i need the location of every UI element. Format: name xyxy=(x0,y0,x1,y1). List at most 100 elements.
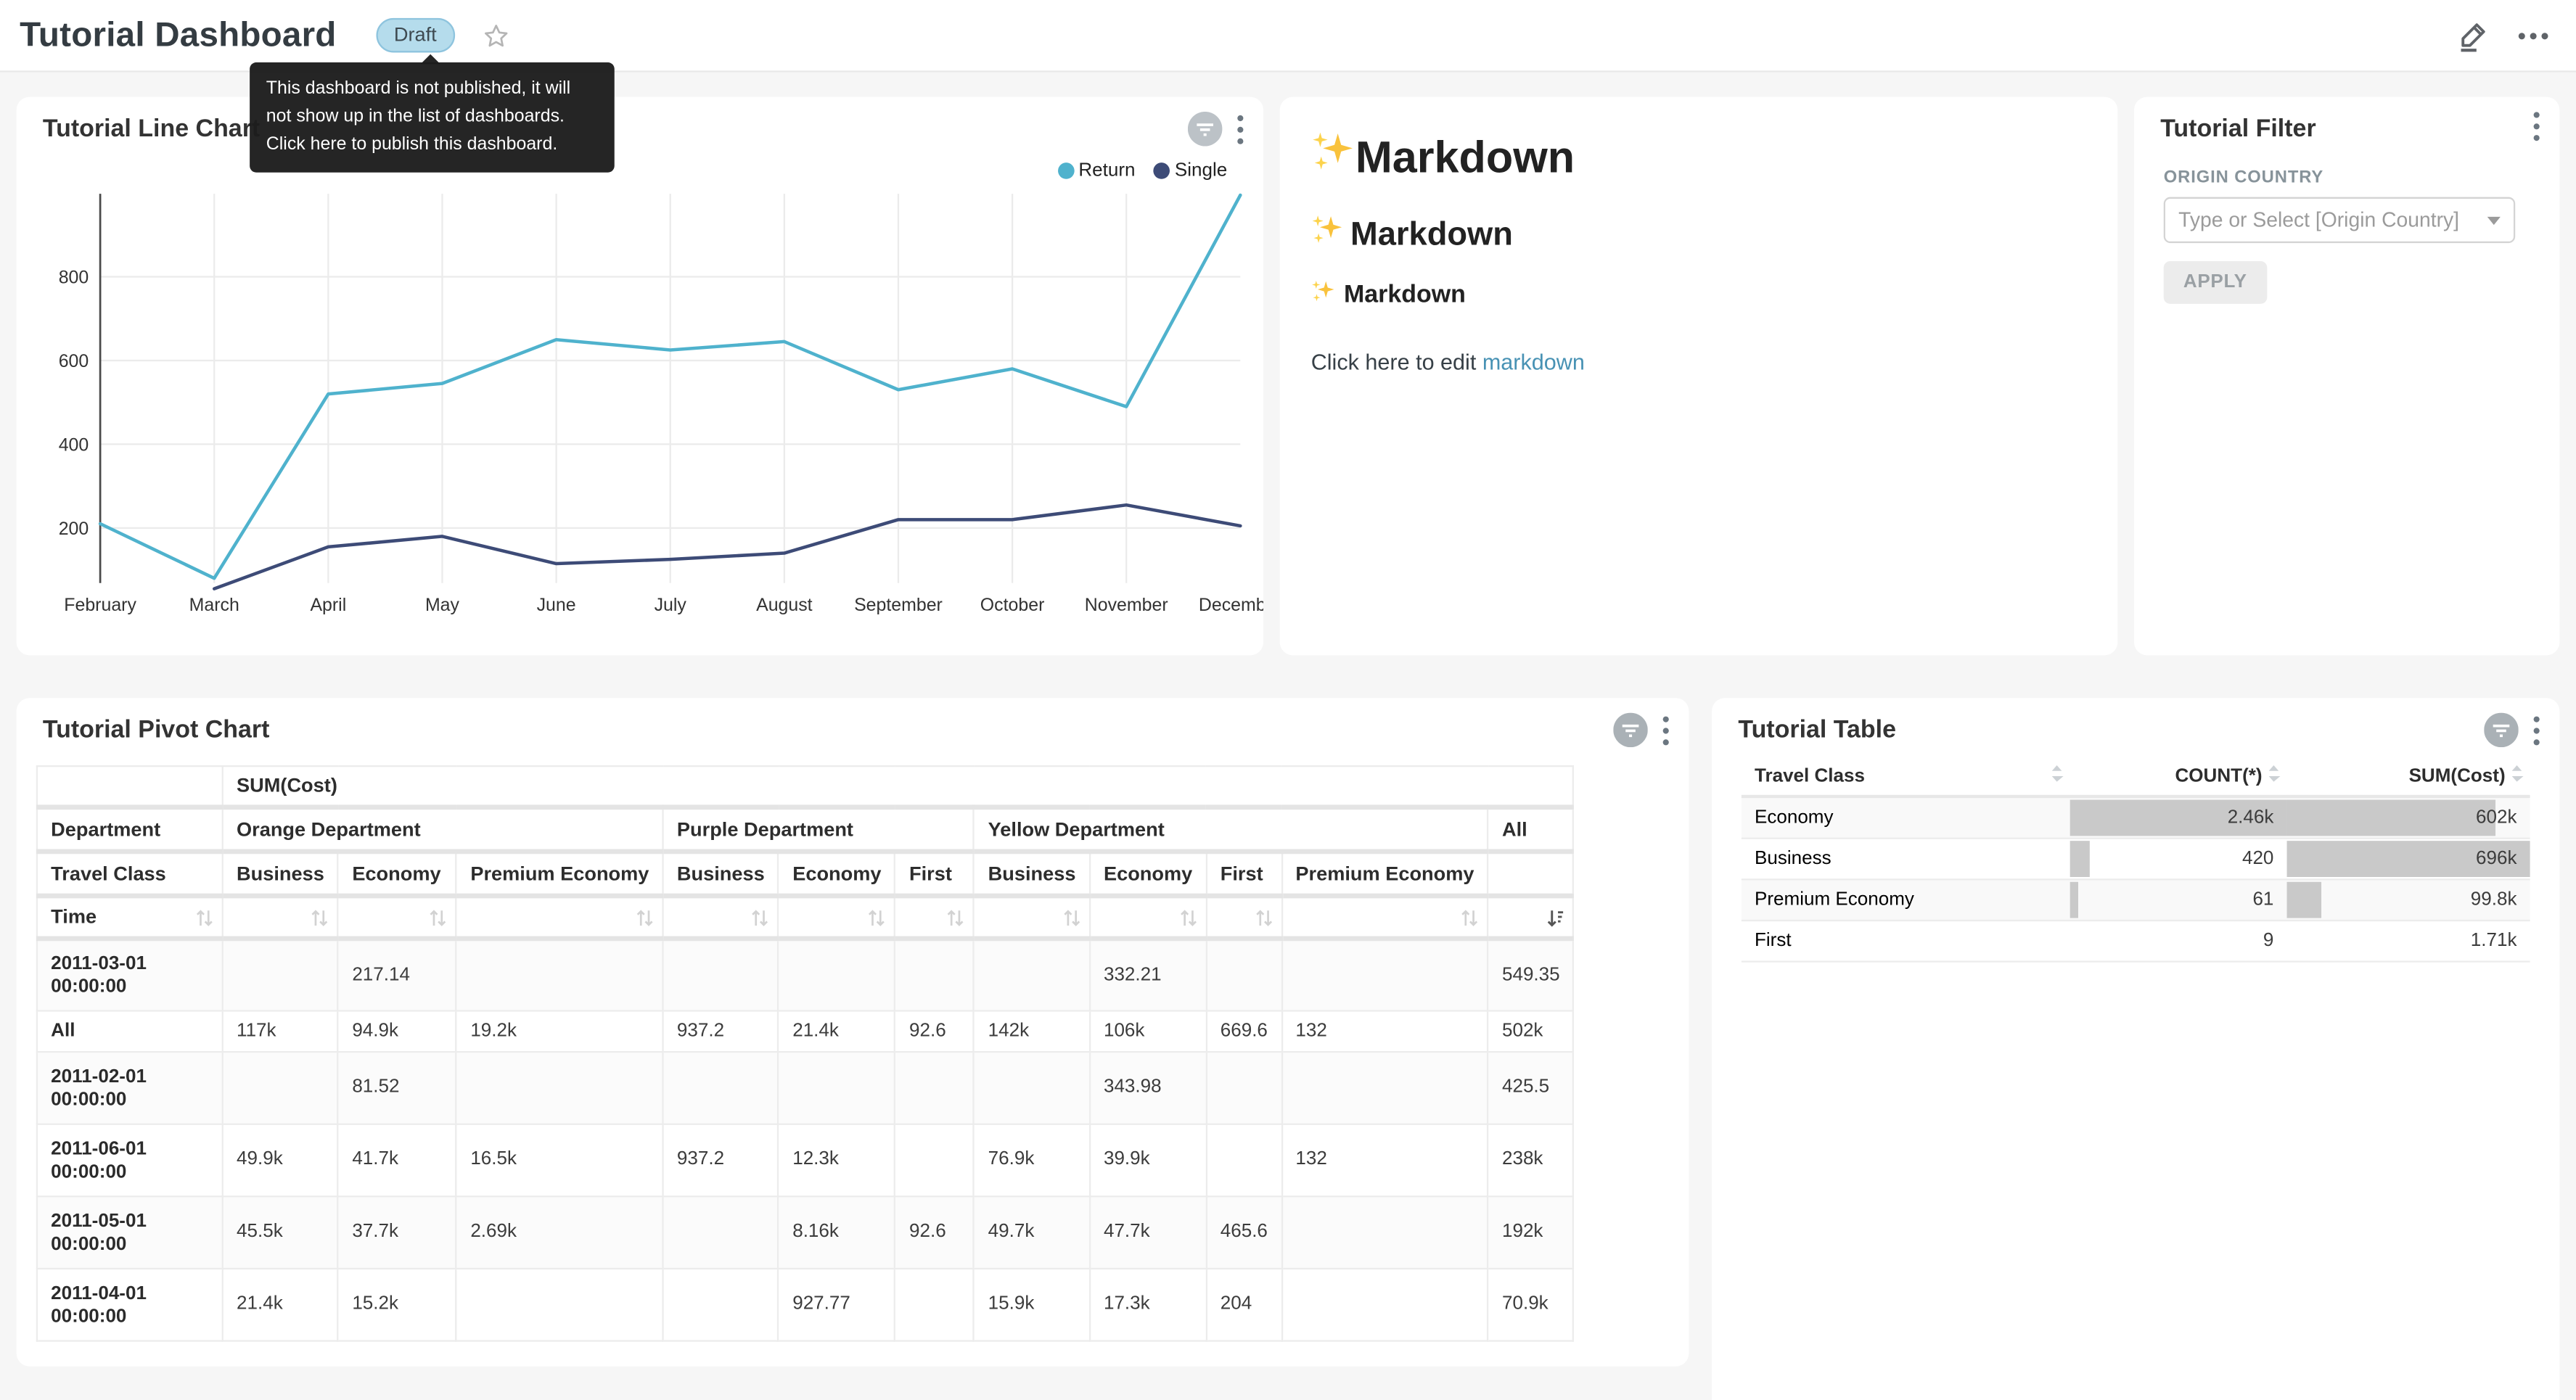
svg-text:June: June xyxy=(537,595,576,615)
table-row: Business420696k xyxy=(1742,839,2530,881)
pivot-value-cell xyxy=(1281,1052,1488,1124)
favorite-star-icon[interactable] xyxy=(483,22,509,49)
svg-text:March: March xyxy=(189,595,239,615)
sort-icon[interactable] xyxy=(868,907,886,927)
pivot-value-cell: 16.5k xyxy=(456,1124,663,1197)
filter-card-title: Tutorial Filter xyxy=(2160,115,2315,142)
kebab-menu-icon[interactable] xyxy=(1662,715,1669,745)
origin-country-select[interactable]: Type or Select [Origin Country] xyxy=(2164,197,2516,243)
pivot-value-cell: 37.7k xyxy=(338,1196,456,1269)
edit-markdown-link[interactable]: markdown xyxy=(1482,350,1585,374)
pivot-value-cell xyxy=(1281,1196,1488,1269)
sparkles-icon xyxy=(1311,213,1344,256)
pivot-class-header: Premium Economy xyxy=(456,852,663,896)
header-actions xyxy=(2456,19,2556,52)
pivot-table: SUM(Cost)DepartmentOrange DepartmentPurp… xyxy=(36,765,1575,1342)
more-options-icon[interactable] xyxy=(2516,29,2549,42)
pivot-time-value: 2011-04-01 00:00:00 xyxy=(37,1269,223,1341)
pivot-value-cell xyxy=(974,1052,1089,1124)
sort-icon[interactable] xyxy=(311,907,329,927)
pivot-sort-cell xyxy=(779,896,895,939)
sparkles-icon xyxy=(1311,130,1355,186)
pivot-value-cell xyxy=(895,1269,975,1341)
cross-filter-scope-icon[interactable] xyxy=(1613,713,1648,748)
data-table: Travel ClassCOUNT(*)SUM(Cost)Economy2.46… xyxy=(1742,757,2530,963)
edit-dashboard-icon[interactable] xyxy=(2456,19,2489,52)
status-badge[interactable]: Draft xyxy=(376,18,455,53)
sparkles-icon xyxy=(1311,279,1336,310)
pivot-value-cell xyxy=(663,939,779,1011)
sort-icon[interactable] xyxy=(752,907,770,927)
dashboard-page: Tutorial Dashboard Draft This dashboard … xyxy=(0,0,2576,1400)
pivot-row: 2011-06-01 00:00:0049.9k41.7k16.5k937.21… xyxy=(37,1124,1574,1197)
apply-button[interactable]: APPLY xyxy=(2164,261,2267,304)
pivot-class-header: Premium Economy xyxy=(1281,852,1488,896)
chevron-down-icon xyxy=(2487,216,2501,224)
line-chart-plot[interactable]: 200400600800FebruaryMarchAprilMayJuneJul… xyxy=(17,97,1263,656)
sort-icon[interactable] xyxy=(636,907,654,927)
pivot-class-header xyxy=(1488,852,1574,896)
pivot-row: 2011-04-01 00:00:0021.4k15.2k927.7715.9k… xyxy=(37,1269,1574,1341)
column-header-count[interactable]: COUNT(*) xyxy=(2070,757,2287,795)
pivot-value-cell: 238k xyxy=(1488,1124,1574,1197)
cell-travel-class: First xyxy=(1742,921,2070,960)
pivot-value-cell: 94.9k xyxy=(338,1011,456,1053)
pivot-group-header: Orange Department xyxy=(223,807,663,852)
markdown-h2: Markdown xyxy=(1311,213,2085,256)
pivot-value-cell: 217.14 xyxy=(338,939,456,1011)
pivot-value-cell xyxy=(779,939,895,1011)
sort-icon[interactable] xyxy=(195,907,213,927)
pivot-row: All117k94.9k19.2k937.221.4k92.6142k106k6… xyxy=(37,1011,1574,1053)
pivot-value-cell: 142k xyxy=(974,1011,1089,1053)
sort-caret-icon[interactable] xyxy=(2267,764,2280,788)
pivot-value-cell: 45.5k xyxy=(223,1196,338,1269)
cell-count: 61 xyxy=(2070,881,2287,920)
pivot-class-header: Economy xyxy=(779,852,895,896)
pivot-value-cell xyxy=(223,1052,338,1124)
pivot-class-header: Economy xyxy=(1090,852,1207,896)
pivot-sort-cell xyxy=(338,896,456,939)
pivot-value-cell xyxy=(895,1052,975,1124)
pivot-time-value: 2011-05-01 00:00:00 xyxy=(37,1196,223,1269)
pivot-value-cell xyxy=(1281,939,1488,1011)
kebab-menu-icon[interactable] xyxy=(2533,715,2540,745)
pivot-value-cell: 17.3k xyxy=(1090,1269,1207,1341)
pivot-value-cell: 81.52 xyxy=(338,1052,456,1124)
sort-caret-icon[interactable] xyxy=(2510,764,2523,788)
pivot-value-cell: 12.3k xyxy=(779,1124,895,1197)
sort-icon[interactable] xyxy=(1255,907,1273,927)
column-header-sum-cost[interactable]: SUM(Cost) xyxy=(2287,757,2530,795)
pivot-value-cell xyxy=(895,939,975,1011)
sort-icon[interactable] xyxy=(1062,907,1080,927)
pivot-value-cell: 49.9k xyxy=(223,1124,338,1197)
pivot-value-cell: 132 xyxy=(1281,1011,1488,1053)
pivot-group-header: Yellow Department xyxy=(974,807,1488,852)
svg-text:September: September xyxy=(854,595,943,615)
pivot-metric-label: SUM(Cost) xyxy=(223,766,1574,807)
pivot-time-header: Time xyxy=(37,896,223,939)
page-title: Tutorial Dashboard xyxy=(20,16,336,55)
pivot-value-cell: 927.77 xyxy=(779,1269,895,1341)
pivot-value-cell: 19.2k xyxy=(456,1011,663,1053)
kebab-menu-icon[interactable] xyxy=(2533,112,2540,141)
pivot-class-label: Travel Class xyxy=(37,852,223,896)
pivot-value-cell: 92.6 xyxy=(895,1011,975,1053)
sort-desc-icon[interactable] xyxy=(1547,907,1565,927)
sort-icon[interactable] xyxy=(947,907,965,927)
sort-caret-icon[interactable] xyxy=(2051,764,2064,788)
pivot-value-cell xyxy=(663,1269,779,1341)
cross-filter-scope-icon[interactable] xyxy=(2484,713,2519,748)
pivot-value-cell: 332.21 xyxy=(1090,939,1207,1011)
publish-tooltip: This dashboard is not published, it will… xyxy=(250,62,615,173)
svg-text:200: 200 xyxy=(59,519,89,539)
markdown-card: Markdown Markdown Markdown Click here to… xyxy=(1280,97,2118,656)
column-header-travel-class[interactable]: Travel Class xyxy=(1742,757,2070,795)
sort-icon[interactable] xyxy=(1179,907,1197,927)
pivot-value-cell: 15.9k xyxy=(974,1269,1089,1341)
cell-sum-cost: 1.71k xyxy=(2287,921,2530,960)
sort-icon[interactable] xyxy=(430,907,448,927)
pivot-value-cell: 21.4k xyxy=(779,1011,895,1053)
sort-icon[interactable] xyxy=(1461,907,1479,927)
select-placeholder: Type or Select [Origin Country] xyxy=(2178,209,2481,232)
svg-text:800: 800 xyxy=(59,268,89,288)
